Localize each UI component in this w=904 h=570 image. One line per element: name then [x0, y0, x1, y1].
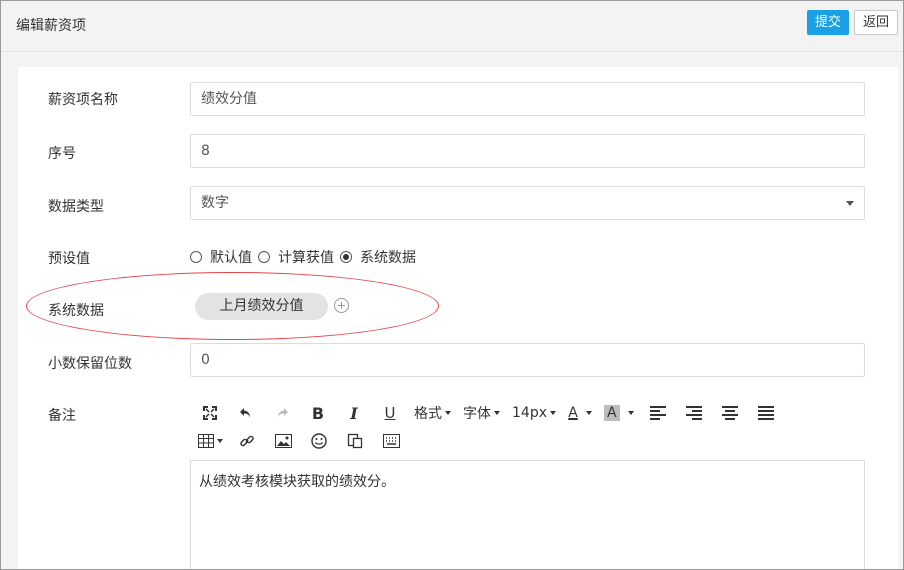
add-circle-icon[interactable]	[334, 298, 349, 313]
redo-icon[interactable]	[270, 401, 294, 425]
order-input[interactable]: 8	[190, 134, 865, 168]
keyboard-icon[interactable]	[379, 429, 403, 453]
caret-down-icon	[217, 439, 223, 443]
radio-default-label: 默认值	[210, 250, 252, 266]
editor-toolbar: B I U 格式 字体 14px A A	[198, 400, 858, 456]
decimals-input[interactable]: 0	[190, 343, 865, 377]
system-data-chip[interactable]: 上月绩效分值	[195, 293, 328, 320]
name-label: 薪资项名称	[48, 92, 118, 108]
form-panel: 薪资项名称 绩效分值 序号 8 数据类型 数字 预设值 默认值 计算获值 系统数…	[18, 67, 898, 569]
data-type-selected-value: 数字	[201, 195, 229, 211]
font-label: 字体	[463, 406, 491, 422]
background-color-dropdown[interactable]: A	[604, 401, 634, 425]
page-title: 编辑薪资项	[16, 18, 86, 34]
font-size-dropdown[interactable]: 14px	[512, 401, 556, 425]
radio-system-data[interactable]: 系统数据	[340, 247, 416, 267]
system-data-label: 系统数据	[48, 303, 104, 319]
paste-icon[interactable]	[343, 429, 367, 453]
radio-calculated-label: 计算获值	[278, 250, 334, 266]
radio-calculated[interactable]: 计算获值	[258, 247, 334, 267]
font-dropdown[interactable]: 字体	[463, 401, 500, 425]
radio-unchecked-icon	[190, 251, 202, 263]
page-header: 编辑薪资项 提交 返回	[1, 1, 903, 52]
align-center-icon[interactable]	[718, 401, 742, 425]
radio-system-data-label: 系统数据	[360, 250, 416, 266]
preset-label: 预设值	[48, 251, 90, 267]
caret-down-icon	[445, 411, 451, 415]
format-dropdown[interactable]: 格式	[414, 401, 451, 425]
remark-label: 备注	[48, 408, 76, 424]
link-icon[interactable]	[235, 429, 259, 453]
underline-icon[interactable]: U	[378, 401, 402, 425]
decimals-label: 小数保留位数	[48, 356, 132, 372]
radio-unchecked-icon	[258, 251, 270, 263]
edit-salary-item-window: 编辑薪资项 提交 返回 薪资项名称 绩效分值 序号 8 数据类型 数字 预设值 …	[0, 0, 904, 570]
align-right-icon[interactable]	[682, 401, 706, 425]
align-justify-icon[interactable]	[754, 401, 778, 425]
preset-radio-group: 默认值 计算获值 系统数据	[190, 247, 422, 267]
radio-checked-icon	[340, 251, 352, 263]
data-type-label: 数据类型	[48, 199, 104, 215]
order-label: 序号	[48, 146, 76, 162]
caret-down-icon	[627, 411, 634, 415]
format-label: 格式	[414, 406, 442, 422]
caret-down-icon	[494, 411, 500, 415]
image-icon[interactable]	[271, 429, 295, 453]
caret-down-icon	[550, 411, 556, 415]
data-type-select[interactable]: 数字	[190, 186, 865, 220]
submit-button[interactable]: 提交	[807, 10, 849, 35]
background-color-icon: A	[604, 405, 620, 421]
font-color-dropdown[interactable]: A	[568, 401, 592, 425]
italic-icon[interactable]: I	[342, 401, 366, 425]
emoji-icon[interactable]	[307, 429, 331, 453]
caret-down-icon	[585, 411, 592, 415]
name-input[interactable]: 绩效分值	[190, 82, 865, 116]
font-size-label: 14px	[512, 405, 547, 421]
bold-icon[interactable]: B	[306, 401, 330, 425]
remark-editor-body[interactable]: 从绩效考核模块获取的绩效分。	[190, 460, 865, 569]
table-dropdown[interactable]	[198, 429, 223, 453]
chevron-down-icon	[846, 201, 854, 206]
fullscreen-icon[interactable]	[198, 401, 222, 425]
undo-icon[interactable]	[234, 401, 258, 425]
align-left-icon[interactable]	[646, 401, 670, 425]
back-button[interactable]: 返回	[854, 10, 898, 35]
radio-default[interactable]: 默认值	[190, 247, 252, 267]
font-color-icon: A	[568, 405, 578, 421]
